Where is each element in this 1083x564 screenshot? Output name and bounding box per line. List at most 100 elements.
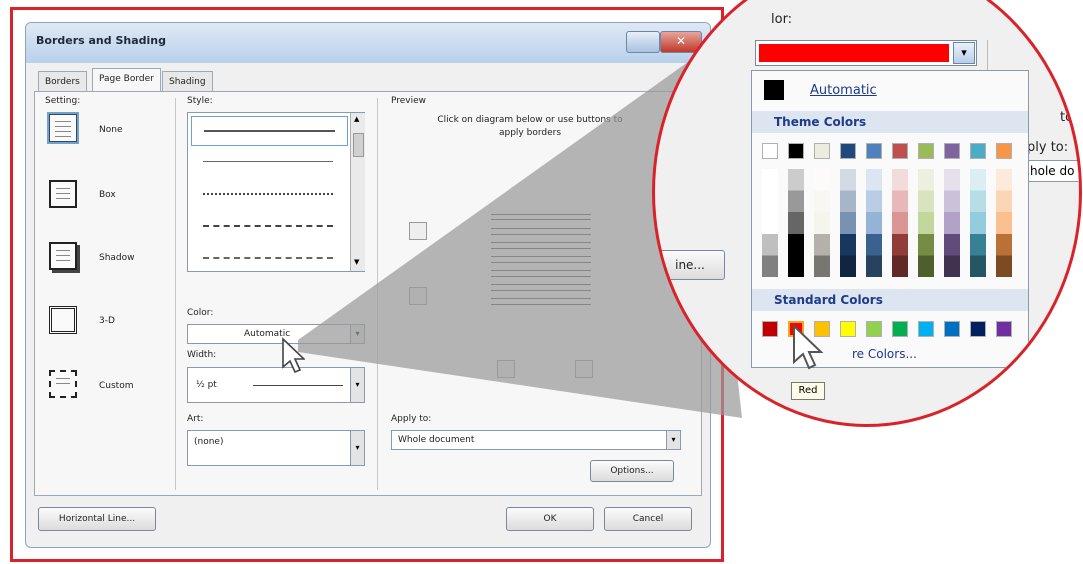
art-dropdown-arrow[interactable]: ▾: [350, 431, 364, 465]
theme-color-shades[interactable]: [866, 169, 882, 277]
theme-color-shades[interactable]: [996, 169, 1012, 277]
tab-panel: Setting: None Box Shadow 3-D Custom Styl…: [34, 91, 702, 496]
standard-colors-header: Standard Colors: [752, 289, 1028, 311]
scroll-thumb[interactable]: [353, 133, 364, 157]
zoom-side-text-2: ply to:: [1027, 140, 1069, 155]
width-line-sample: [253, 385, 343, 386]
standard-color-swatch[interactable]: [892, 321, 908, 337]
theme-color-shades[interactable]: [840, 169, 856, 277]
scroll-up-icon[interactable]: ▲: [354, 115, 359, 123]
art-dropdown[interactable]: (none) ▾: [187, 430, 365, 466]
color-value: Automatic: [244, 329, 291, 339]
theme-color-swatch[interactable]: [866, 143, 882, 159]
zoom-color-label: lor:: [771, 12, 793, 27]
theme-color-swatch[interactable]: [996, 143, 1012, 159]
theme-color-swatch[interactable]: [892, 143, 908, 159]
standard-color-swatch[interactable]: [840, 321, 856, 337]
style-option-thin[interactable]: [203, 161, 333, 162]
right-border-button[interactable]: [575, 360, 593, 378]
apply-to-dropdown[interactable]: Whole document ▾: [391, 430, 681, 450]
zoom-side-button[interactable]: ine...: [655, 250, 725, 280]
width-dropdown[interactable]: ½ pt ▾: [187, 367, 365, 403]
setting-shadow-option[interactable]: [49, 242, 77, 270]
style-scrollbar[interactable]: ▲ ▼: [350, 113, 365, 271]
more-colors-option[interactable]: re Colors...: [812, 347, 992, 365]
borders-and-shading-dialog: Borders and Shading ✕ Borders Page Borde…: [25, 22, 711, 548]
zoom-apply-combo[interactable]: hole do: [1027, 160, 1079, 182]
standard-color-row: [762, 321, 1022, 339]
theme-color-shades[interactable]: [762, 169, 778, 277]
standard-color-swatch[interactable]: [970, 321, 986, 337]
close-icon: ✕: [676, 34, 687, 48]
theme-color-swatch[interactable]: [944, 143, 960, 159]
bottom-border-button[interactable]: [409, 287, 427, 305]
color-dropdown-arrow[interactable]: ▾: [350, 325, 364, 343]
theme-color-shades[interactable]: [814, 169, 830, 277]
apply-to-value: Whole document: [398, 435, 475, 445]
automatic-color-option[interactable]: Automatic: [756, 77, 1022, 105]
preview-label: Preview: [391, 96, 427, 106]
ok-button[interactable]: OK: [506, 507, 594, 531]
theme-color-swatch[interactable]: [762, 143, 778, 159]
theme-color-swatch[interactable]: [918, 143, 934, 159]
color-tooltip: Red: [791, 382, 825, 400]
theme-color-swatch[interactable]: [840, 143, 856, 159]
setting-3d-option[interactable]: [49, 306, 77, 334]
color-dropdown[interactable]: Automatic ▾: [187, 324, 365, 344]
width-value: ½ pt: [196, 380, 217, 390]
help-button[interactable]: [626, 31, 660, 53]
tab-borders[interactable]: Borders: [38, 71, 87, 91]
horizontal-line-button[interactable]: Horizontal Line...: [38, 507, 156, 531]
theme-color-grid: [762, 143, 1022, 283]
standard-color-swatch[interactable]: [866, 321, 882, 337]
top-border-button[interactable]: [409, 222, 427, 240]
setting-shadow-label: Shadow: [99, 253, 135, 263]
zoom-dropdown-arrow[interactable]: ▾: [953, 42, 975, 64]
theme-color-shades[interactable]: [788, 169, 804, 277]
art-value: (none): [194, 437, 224, 447]
standard-color-swatch[interactable]: [762, 321, 778, 337]
column-divider: [175, 98, 176, 490]
preview-page[interactable]: [483, 202, 603, 332]
standard-color-swatch[interactable]: [944, 321, 960, 337]
theme-color-shades[interactable]: [918, 169, 934, 277]
style-option-solid[interactable]: [191, 116, 348, 146]
theme-color-shades[interactable]: [892, 169, 908, 277]
theme-color-shades[interactable]: [944, 169, 960, 277]
zoom-side-text-1: tom: [1060, 110, 1079, 125]
style-option-dotted[interactable]: [203, 193, 333, 195]
zoom-side-text-3: hole do: [1030, 164, 1075, 178]
theme-color-shades[interactable]: [970, 169, 986, 277]
style-option-dashed[interactable]: [203, 225, 333, 227]
setting-none-option[interactable]: [47, 112, 79, 144]
standard-color-swatch[interactable]: [996, 321, 1012, 337]
theme-color-swatch[interactable]: [970, 143, 986, 159]
left-border-button[interactable]: [497, 360, 515, 378]
apply-to-dropdown-arrow[interactable]: ▾: [666, 431, 680, 449]
tab-shading[interactable]: Shading: [162, 71, 213, 91]
style-option-dash-dot[interactable]: [203, 257, 333, 259]
zoom-color-combo[interactable]: ▾: [755, 40, 977, 66]
setting-custom-label: Custom: [99, 381, 134, 391]
standard-color-swatch[interactable]: [788, 321, 804, 337]
setting-box-label: Box: [99, 190, 116, 200]
standard-color-swatch[interactable]: [918, 321, 934, 337]
setting-box-option[interactable]: [49, 180, 77, 208]
style-label: Style:: [187, 96, 213, 106]
style-listbox[interactable]: ▲ ▼: [187, 112, 365, 272]
width-dropdown-arrow[interactable]: ▾: [350, 368, 364, 402]
color-palette-panel: Automatic Theme Colors Standard Colors r…: [751, 70, 1029, 368]
setting-3d-label: 3-D: [99, 316, 115, 326]
tab-page-border[interactable]: Page Border: [92, 68, 161, 92]
automatic-swatch: [764, 80, 784, 100]
preview-hint: Click on diagram below or use buttons to…: [437, 115, 623, 138]
scroll-down-icon[interactable]: ▼: [354, 258, 359, 266]
selected-color-swatch: [759, 44, 949, 62]
setting-custom-option[interactable]: [49, 370, 77, 398]
setting-label: Setting:: [45, 96, 81, 106]
cancel-button[interactable]: Cancel: [604, 507, 692, 531]
options-button[interactable]: Options...: [590, 460, 674, 482]
theme-color-swatch[interactable]: [788, 143, 804, 159]
theme-color-swatch[interactable]: [814, 143, 830, 159]
standard-color-swatch[interactable]: [814, 321, 830, 337]
